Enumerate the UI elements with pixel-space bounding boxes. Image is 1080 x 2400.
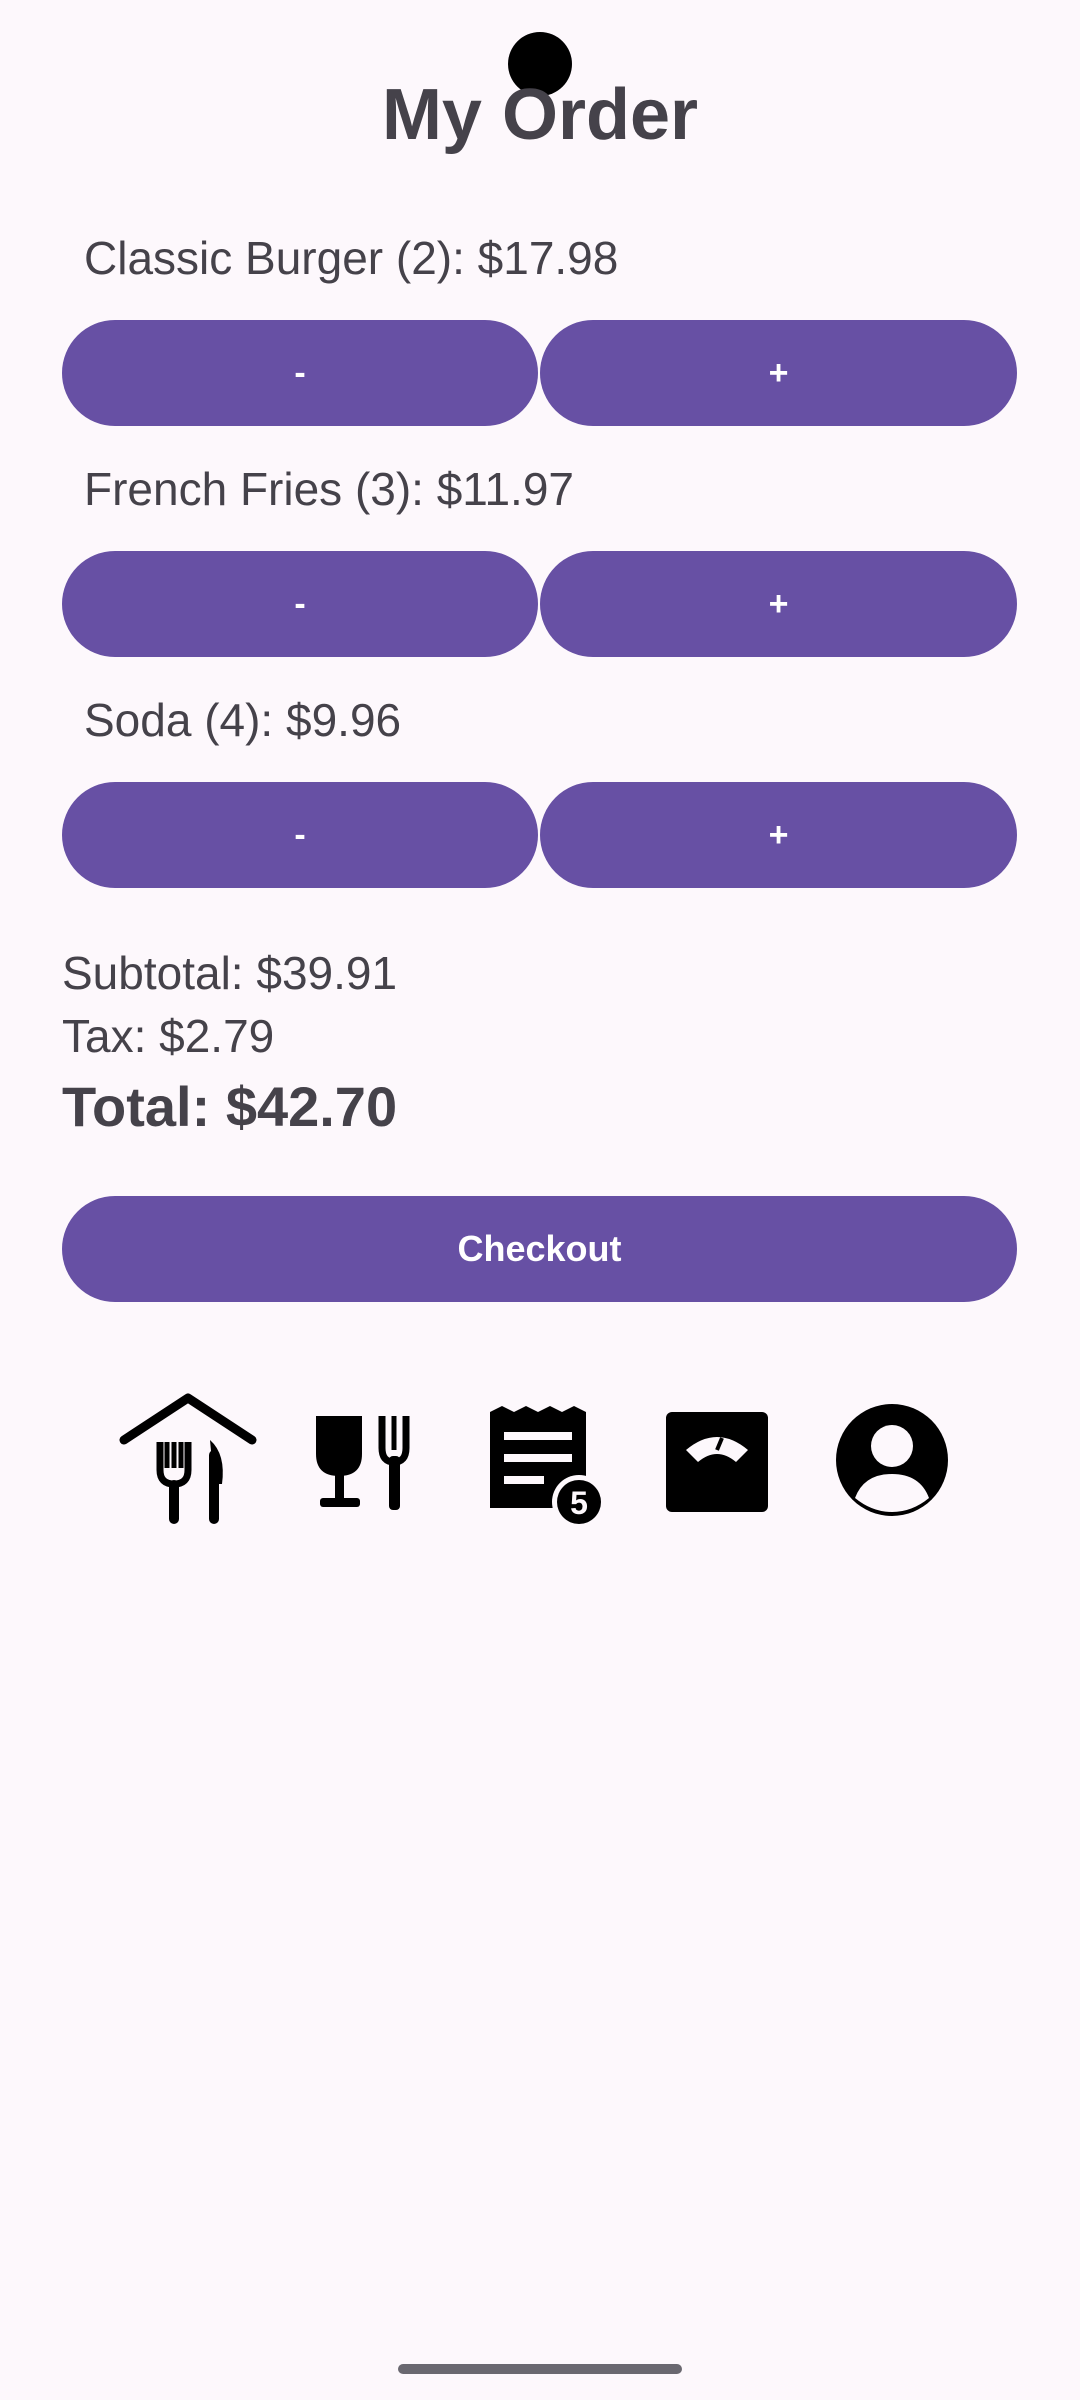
decrease-quantity-button[interactable]: - [62,551,538,657]
decrease-quantity-button[interactable]: - [62,320,538,426]
increase-quantity-button[interactable]: + [540,782,1017,888]
increase-quantity-button[interactable]: + [540,320,1017,426]
increase-quantity-button[interactable]: + [540,551,1017,657]
scale-icon[interactable] [648,1390,788,1530]
decrease-quantity-button[interactable]: - [62,782,538,888]
checkout-button[interactable]: Checkout [62,1196,1017,1302]
order-list-icon[interactable]: 5 [478,1390,618,1530]
home-indicator[interactable] [398,2364,682,2374]
orders-badge: 5 [570,1485,588,1521]
order-item-label: Classic Burger (2): $17.98 [84,232,619,284]
account-icon[interactable] [822,1390,962,1530]
restaurant-home-icon[interactable] [118,1390,258,1530]
order-item-label: French Fries (3): $11.97 [84,463,575,515]
tax-text: Tax: $2.79 [62,1010,275,1062]
page-title: My Order [381,75,699,155]
subtotal-text: Subtotal: $39.91 [62,947,398,999]
bottom-nav: 5 [0,1390,1080,1530]
total-text: Total: $42.70 [62,1075,398,1138]
order-item-label: Soda (4): $9.96 [84,694,402,746]
dining-icon[interactable] [298,1390,438,1530]
